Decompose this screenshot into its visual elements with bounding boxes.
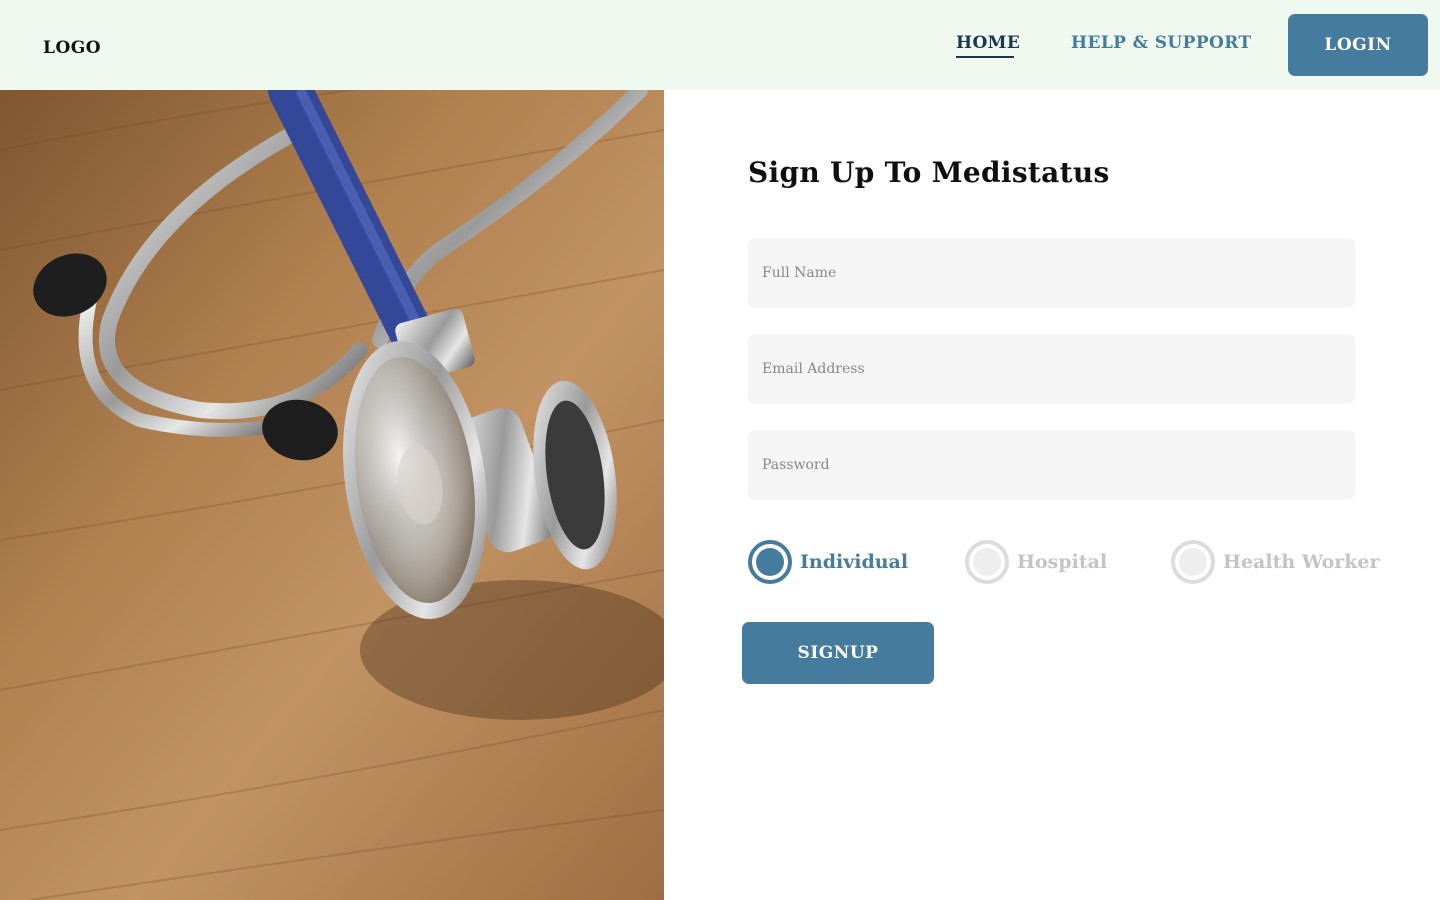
signup-button[interactable]: SIGNUP (742, 622, 934, 684)
nav-home-link[interactable]: HOME (956, 33, 1020, 53)
nav-active-underline (956, 56, 1014, 58)
radio-button-icon (965, 540, 1009, 584)
top-navbar: LOGO HOME HELP & SUPPORT LOGIN (0, 0, 1440, 90)
radio-health-worker-label: Health Worker (1223, 551, 1380, 573)
radio-hospital[interactable]: Hospital (965, 540, 1107, 584)
radio-dot-icon (1179, 548, 1207, 576)
logo[interactable]: LOGO (43, 38, 101, 58)
radio-hospital-label: Hospital (1017, 551, 1108, 573)
radio-individual[interactable]: Individual (748, 540, 908, 584)
radio-button-icon (1171, 540, 1215, 584)
email-input[interactable] (748, 334, 1355, 404)
login-button[interactable]: LOGIN (1288, 14, 1428, 76)
radio-button-icon (748, 540, 792, 584)
radio-health-worker[interactable]: Health Worker (1171, 540, 1380, 584)
radio-dot-icon (973, 548, 1001, 576)
radio-dot-icon (756, 548, 784, 576)
signup-title: Sign Up To Medistatus (748, 156, 1110, 189)
hero-stethoscope-image (0, 90, 664, 900)
password-input[interactable] (748, 430, 1355, 500)
full-name-input[interactable] (748, 238, 1355, 308)
radio-individual-label: Individual (800, 551, 909, 573)
stethoscope-illustration (0, 90, 664, 900)
nav-help-support-link[interactable]: HELP & SUPPORT (1071, 33, 1252, 53)
